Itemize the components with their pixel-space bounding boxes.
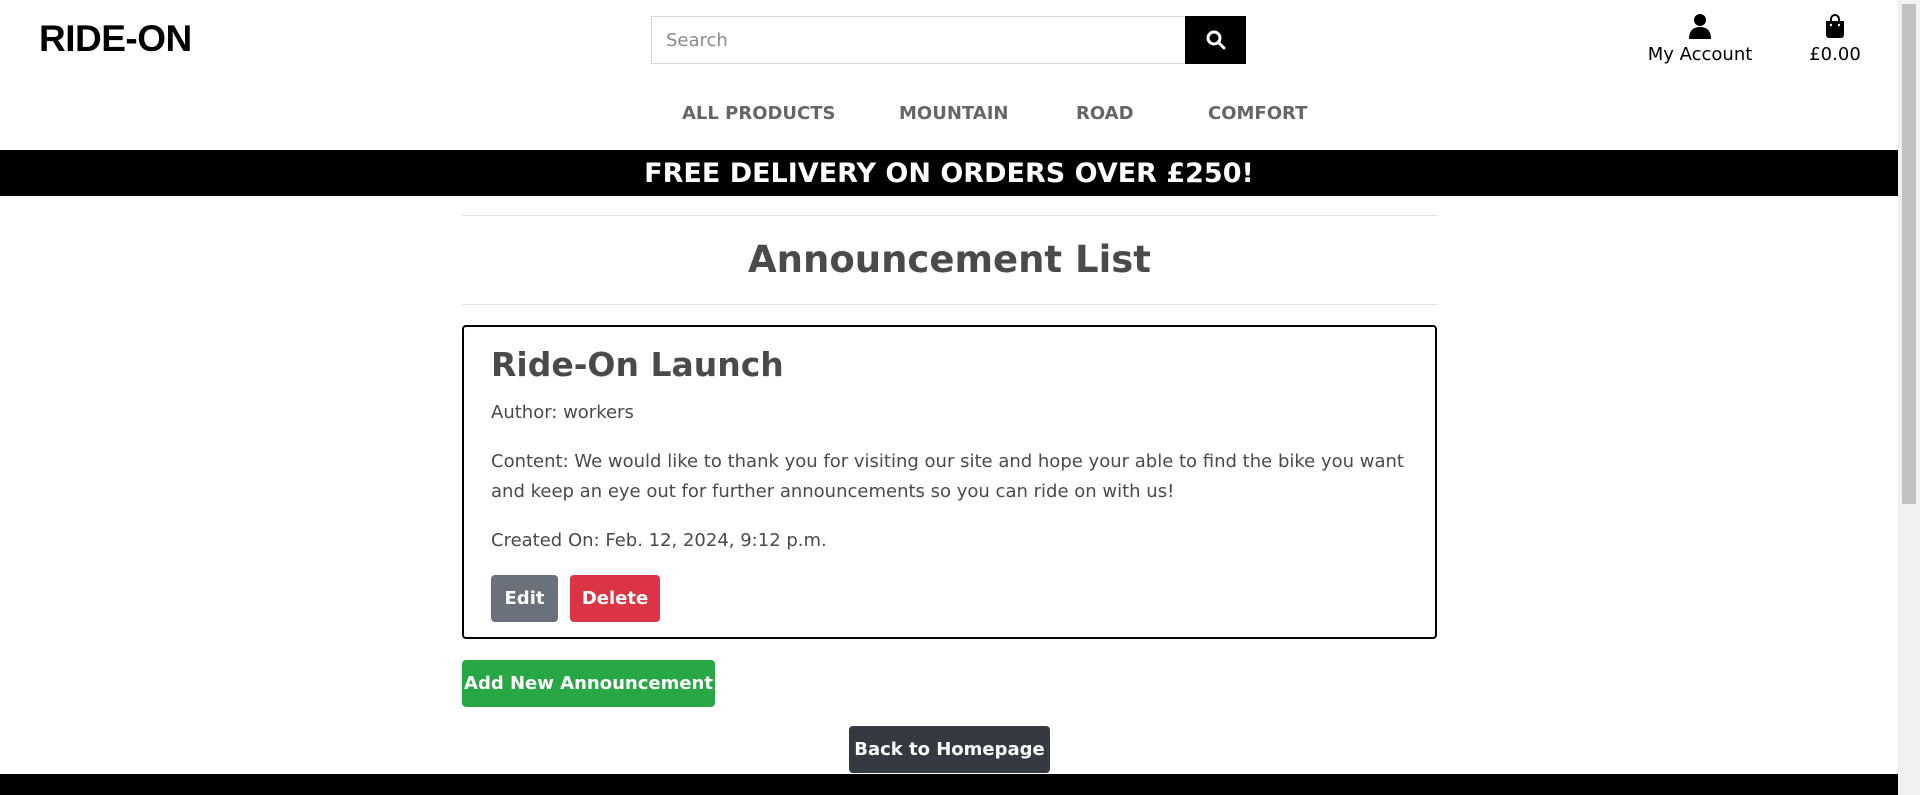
nav-item-road[interactable]: ROAD xyxy=(1076,103,1134,124)
scrollbar-thumb[interactable] xyxy=(1902,4,1916,504)
announcement-title: Ride-On Launch xyxy=(491,345,784,384)
announcement-created-date: Created On: Feb. 12, 2024, 9:12 p.m. xyxy=(491,530,827,551)
add-announcement-button[interactable]: Add New Announcement xyxy=(462,660,715,707)
search-button[interactable] xyxy=(1185,16,1246,64)
search-input[interactable] xyxy=(651,16,1185,64)
search-icon xyxy=(1206,30,1225,50)
nav-item-all-products[interactable]: ALL PRODUCTS xyxy=(682,103,836,124)
my-account-link[interactable]: My Account xyxy=(1640,10,1760,65)
delivery-banner: FREE DELIVERY ON ORDERS OVER £250! xyxy=(0,150,1898,196)
announcement-author: Author: workers xyxy=(491,402,634,423)
search-form xyxy=(651,16,1246,64)
site-logo[interactable]: RIDE-ON xyxy=(39,18,192,60)
divider xyxy=(462,215,1437,216)
delivery-banner-text: FREE DELIVERY ON ORDERS OVER £250! xyxy=(644,157,1254,189)
my-account-label: My Account xyxy=(1647,44,1753,65)
shopping-bag-icon xyxy=(1826,14,1844,38)
footer xyxy=(0,774,1898,795)
nav-item-mountain[interactable]: MOUNTAIN xyxy=(899,103,1008,124)
divider xyxy=(462,304,1437,305)
delete-button[interactable]: Delete xyxy=(570,575,660,622)
nav-item-comfort[interactable]: COMFORT xyxy=(1208,103,1307,124)
page-scrollbar[interactable] xyxy=(1898,0,1920,795)
page: RIDE-ON My Account £0.00 xyxy=(0,0,1920,795)
page-title: Announcement List xyxy=(748,238,1151,281)
announcement-card: Ride-On Launch Author: workers Content: … xyxy=(462,325,1437,639)
edit-button[interactable]: Edit xyxy=(491,575,558,622)
cart-link[interactable]: £0.00 xyxy=(1795,10,1875,65)
announcement-content: Content: We would like to thank you for … xyxy=(491,451,1404,502)
user-icon xyxy=(1689,14,1711,39)
cart-total: £0.00 xyxy=(1809,44,1861,65)
back-to-homepage-button[interactable]: Back to Homepage xyxy=(849,726,1050,773)
